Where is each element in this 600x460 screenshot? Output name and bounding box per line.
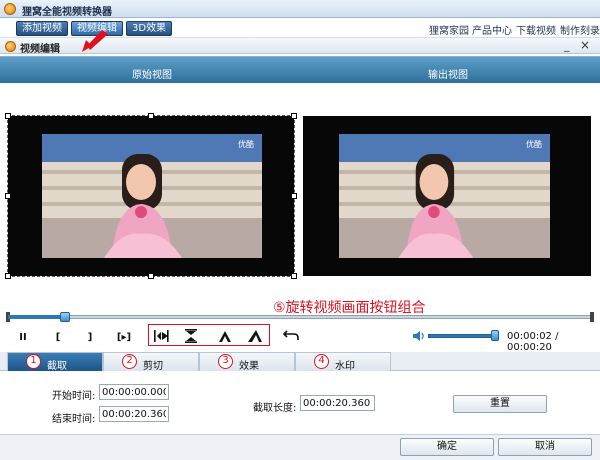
start-time-label: 开始时间: [52, 391, 96, 402]
output-view-label: 输出视图 [428, 70, 468, 81]
crop-handle-t[interactable] [148, 113, 154, 119]
tab-trim[interactable]: 1 截取 [7, 352, 103, 372]
link-download[interactable]: 下载视频 [516, 22, 556, 37]
flip-vertical-icon[interactable] [183, 329, 199, 343]
step-frame-button[interactable]: [▸] [113, 329, 135, 345]
close-button[interactable]: × [580, 38, 590, 52]
timeline-end-marker[interactable] [590, 312, 594, 322]
add-video-button[interactable]: 添加视频 [16, 21, 68, 36]
edit-tabs: 1 截取 2 剪切 3 效果 4 水印 [0, 352, 600, 372]
annotation-arrow-icon [82, 30, 108, 52]
link-home[interactable]: 狸窝家园 [429, 22, 469, 37]
trim-length-label: 截取长度: [253, 403, 297, 414]
tab-cut[interactable]: 2 剪切 [103, 352, 199, 372]
ok-button[interactable]: 确定 [400, 438, 494, 456]
dialog-title: 视频编辑 [20, 44, 60, 55]
tab-watermark-number: 4 [314, 354, 329, 369]
crop-handle-br[interactable] [291, 273, 297, 279]
tab-watermark-label: 水印 [335, 361, 355, 372]
end-time-label: 结束时间: [52, 414, 96, 425]
minimize-button[interactable]: _ [564, 39, 570, 52]
watermark-label-output: 优酷 [526, 140, 542, 149]
tab-watermark[interactable]: 4 水印 [295, 352, 391, 372]
watermark-label: 优酷 [238, 140, 254, 149]
rotate-right-icon[interactable] [247, 329, 263, 343]
timeline-progress [8, 315, 67, 319]
view-header-bar: 原始视图 输出视图 [0, 56, 600, 83]
crop-handle-b[interactable] [148, 273, 154, 279]
crop-handle-bl[interactable] [5, 273, 11, 279]
trim-length-input[interactable] [300, 395, 375, 411]
timeline-thumb[interactable] [60, 312, 71, 322]
app-logo-icon [4, 3, 16, 15]
start-time-input[interactable] [99, 384, 169, 400]
volume-track[interactable] [428, 334, 498, 338]
dialog-icon [5, 41, 16, 52]
link-burn[interactable]: 制作刻录 [560, 22, 600, 37]
crop-handle-tl[interactable] [5, 113, 11, 119]
crop-handle-tr[interactable] [291, 113, 297, 119]
app-titlebar: 狸窝全能视频转换器 [0, 0, 600, 18]
tab-cut-label: 剪切 [143, 361, 163, 372]
output-video-preview: 优酷 [339, 134, 550, 258]
tab-trim-number: 1 [26, 354, 41, 369]
tab-effect-label: 效果 [239, 361, 259, 372]
original-view-label: 原始视图 [132, 70, 172, 81]
pause-button[interactable]: II [15, 329, 31, 345]
undo-icon[interactable] [283, 328, 299, 342]
time-readout: 00:00:02 / 00:00:20 [507, 331, 559, 353]
tab-trim-label: 截取 [47, 361, 67, 372]
app-title: 狸窝全能视频转换器 [22, 7, 112, 18]
end-time-input[interactable] [99, 406, 169, 422]
crop-handle-l[interactable] [5, 193, 11, 199]
volume-icon[interactable] [412, 330, 426, 342]
mark-in-button[interactable]: [ [50, 329, 66, 345]
3d-effect-button[interactable]: 3D效果 [126, 21, 173, 36]
cancel-button[interactable]: 取消 [498, 438, 592, 456]
tab-effect-number: 3 [218, 354, 233, 369]
rotate-button-group [148, 324, 270, 346]
timeline-track[interactable] [8, 315, 592, 319]
rotate-left-icon[interactable] [217, 329, 233, 343]
flip-horizontal-icon[interactable] [153, 329, 169, 343]
original-video-preview: 优酷 [42, 134, 262, 258]
tab-cut-number: 2 [122, 354, 137, 369]
link-products[interactable]: 产品中心 [472, 22, 512, 37]
mark-out-button[interactable]: ] [82, 329, 98, 345]
crop-handle-r[interactable] [291, 193, 297, 199]
reset-button[interactable]: 重置 [453, 395, 547, 413]
tab-effect[interactable]: 3 效果 [199, 352, 295, 372]
volume-thumb[interactable] [490, 330, 499, 341]
timeline-slider[interactable] [6, 312, 594, 322]
